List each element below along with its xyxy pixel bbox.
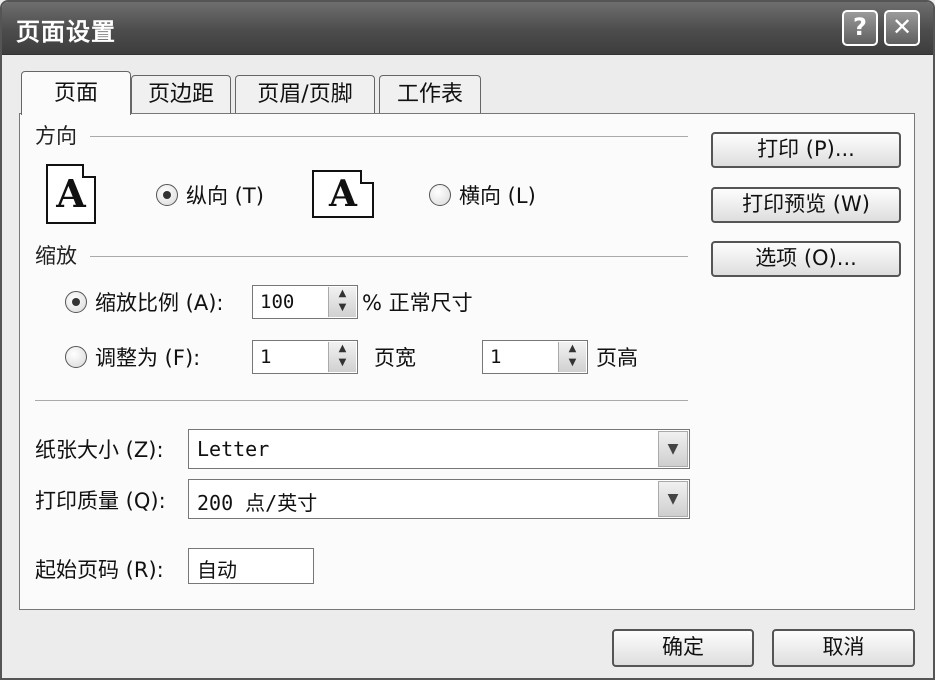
tab-margins[interactable]: 页边距 (131, 75, 231, 113)
pages-wide-value[interactable]: 1 (260, 346, 271, 368)
fit-to-label[interactable]: 调整为 (F): (95, 342, 200, 372)
print-quality-label: 打印质量 (Q): (35, 489, 166, 513)
pages-tall-spinner[interactable]: 1 ▲ ▼ (482, 340, 588, 374)
scale-percent-spinner[interactable]: 100 ▲ ▼ (252, 285, 358, 319)
pages-tall-value[interactable]: 1 (490, 346, 501, 368)
spin-arrows-icon[interactable]: ▲ ▼ (558, 342, 586, 372)
print-quality-value[interactable]: 200 点/英寸 (197, 487, 317, 516)
page-tab-panel: 方向 A 纵向 (T) A 横向 (L) 缩放 缩放比例 (A): 100 ▲ ▼… (19, 113, 915, 610)
first-page-number-input[interactable]: 自动 (188, 548, 314, 584)
orientation-group-label: 方向 (35, 124, 77, 148)
normal-size-label: % 正常尺寸 (362, 291, 473, 315)
landscape-radio[interactable] (429, 184, 451, 206)
scaling-group-label: 缩放 (35, 244, 77, 268)
paper-size-label: 纸张大小 (Z): (35, 438, 164, 462)
first-page-number-label: 起始页码 (R): (35, 558, 164, 582)
landscape-page-icon: A (312, 170, 374, 218)
print-preview-button[interactable]: 打印预览 (W) (711, 187, 901, 223)
landscape-label[interactable]: 横向 (L) (459, 180, 536, 210)
chevron-down-icon[interactable]: ▼ (658, 481, 688, 517)
pages-tall-label: 页高 (596, 346, 638, 370)
help-button[interactable]: ? (842, 10, 878, 46)
portrait-page-icon: A (46, 164, 96, 224)
fit-to-radio[interactable] (65, 346, 87, 368)
first-page-number-value[interactable]: 自动 (197, 554, 237, 583)
print-button[interactable]: 打印 (P)... (711, 132, 901, 168)
section-divider (35, 400, 688, 401)
options-button[interactable]: 选项 (O)... (711, 241, 901, 277)
portrait-radio[interactable] (156, 184, 178, 206)
cancel-button[interactable]: 取消 (772, 629, 915, 667)
paper-size-value[interactable]: Letter (197, 437, 269, 461)
portrait-label[interactable]: 纵向 (T) (186, 180, 264, 210)
title-bar[interactable]: 页面设置 ? ✕ (2, 2, 933, 55)
dialog-title: 页面设置 (16, 18, 116, 46)
ok-button[interactable]: 确定 (612, 629, 754, 667)
pages-wide-spinner[interactable]: 1 ▲ ▼ (252, 340, 358, 374)
pages-wide-label: 页宽 (374, 346, 416, 370)
tab-sheet[interactable]: 工作表 (379, 75, 481, 113)
page-setup-dialog: 页面设置 ? ✕ 页面 页边距 页眉/页脚 工作表 方向 A 纵向 (T) A … (0, 0, 935, 680)
tab-header-footer[interactable]: 页眉/页脚 (235, 75, 375, 113)
spin-arrows-icon[interactable]: ▲ ▼ (328, 287, 356, 317)
spin-arrows-icon[interactable]: ▲ ▼ (328, 342, 356, 372)
scaling-divider (90, 256, 688, 257)
paper-size-select[interactable]: Letter ▼ (188, 429, 690, 469)
chevron-down-icon[interactable]: ▼ (658, 431, 688, 467)
tab-page[interactable]: 页面 (21, 71, 131, 115)
orientation-divider (90, 136, 688, 137)
adjust-to-label[interactable]: 缩放比例 (A): (95, 287, 224, 317)
scale-percent-value[interactable]: 100 (260, 291, 294, 313)
adjust-to-radio[interactable] (65, 291, 87, 313)
print-quality-select[interactable]: 200 点/英寸 ▼ (188, 479, 690, 519)
close-button[interactable]: ✕ (884, 10, 920, 46)
